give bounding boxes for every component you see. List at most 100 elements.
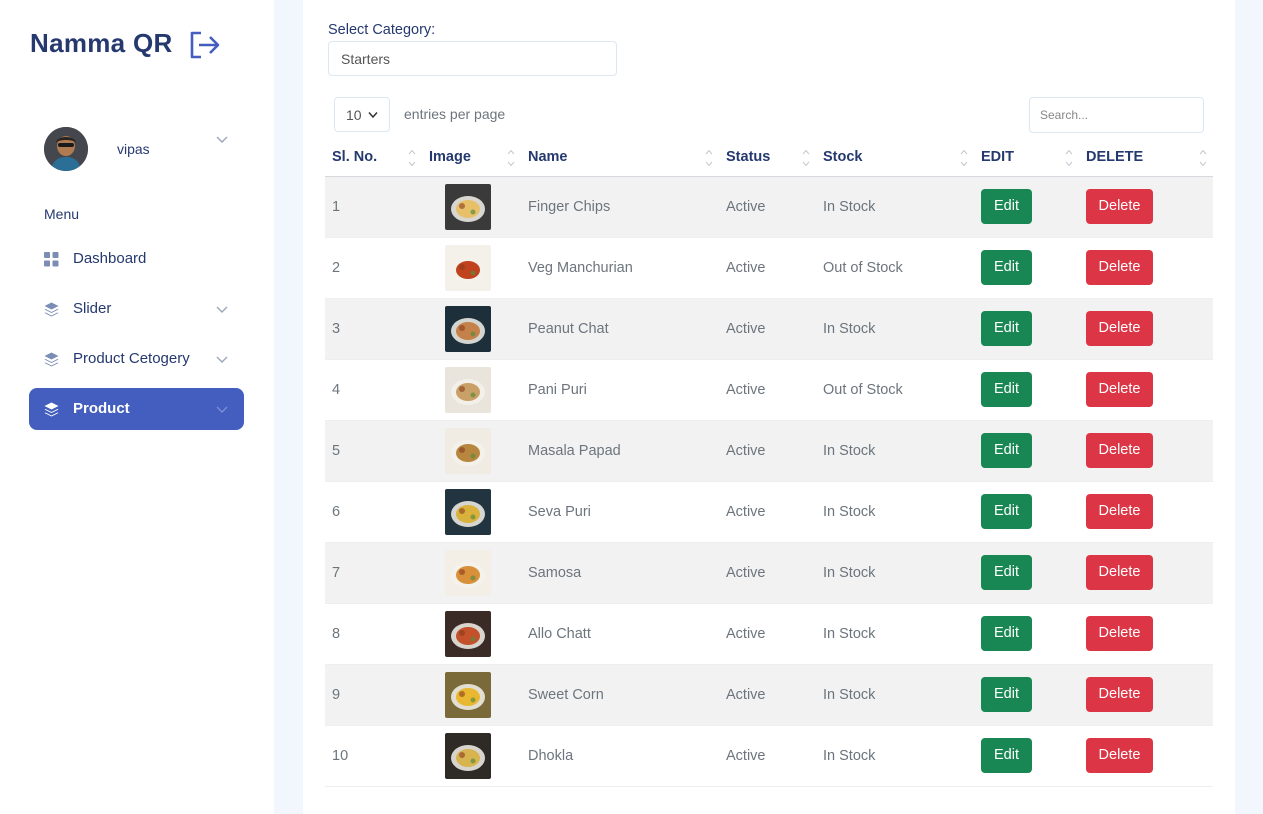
delete-cell: Delete — [1079, 664, 1213, 725]
status-cell: Active — [726, 259, 766, 276]
column-header[interactable]: Sl. No. — [325, 138, 422, 177]
edit-button[interactable]: Edit — [981, 372, 1032, 407]
column-header[interactable]: Image — [422, 138, 521, 177]
name-cell: Finger Chips — [528, 198, 611, 215]
sidebar-item-slider[interactable]: Slider — [29, 288, 244, 330]
sort-icon[interactable] — [408, 149, 416, 167]
delete-cell: Delete — [1079, 542, 1213, 603]
user-profile[interactable]: vipas — [44, 127, 234, 171]
stock-cell: In Stock — [823, 198, 876, 215]
sidebar-item-label: Product — [73, 400, 130, 417]
column-header[interactable]: DELETE — [1079, 138, 1213, 177]
table-row: 2 Veg Manchurian Active Out of Stock Edit Del… — [325, 237, 1213, 298]
stack-icon — [44, 302, 59, 317]
product-thumbnail — [445, 671, 491, 718]
edit-cell: Edit — [974, 603, 1079, 664]
column-header-label: Stock — [823, 148, 863, 165]
sort-icon[interactable] — [802, 149, 810, 167]
sort-icon[interactable] — [1065, 149, 1073, 167]
stack-icon — [44, 352, 59, 367]
stock-cell: Out of Stock — [823, 381, 903, 398]
column-header-label: Sl. No. — [332, 148, 378, 165]
delete-cell: Delete — [1079, 481, 1213, 542]
sidebar-item-label: Product Cetogery — [73, 350, 190, 367]
edit-button[interactable]: Edit — [981, 250, 1032, 285]
delete-button[interactable]: Delete — [1086, 738, 1153, 773]
entries-per-page-select[interactable]: 10 — [334, 97, 390, 132]
chevron-down-icon — [368, 112, 378, 119]
stock-cell: In Stock — [823, 747, 876, 764]
sort-icon[interactable] — [705, 149, 713, 167]
category-select[interactable]: Starters — [328, 41, 617, 76]
product-thumbnail — [445, 305, 491, 352]
sidebar-item-label: Slider — [73, 300, 112, 317]
sidebar-item-label: Dashboard — [73, 250, 147, 267]
name-cell: Veg Manchurian — [528, 259, 633, 276]
table-row: 6 Seva Puri Active In Stock Edit Delete — [325, 481, 1213, 542]
delete-button[interactable]: Delete — [1086, 250, 1153, 285]
edit-button[interactable]: Edit — [981, 555, 1032, 590]
edit-cell: Edit — [974, 725, 1079, 786]
delete-button[interactable]: Delete — [1086, 494, 1153, 529]
delete-button[interactable]: Delete — [1086, 189, 1153, 224]
sl-no-cell: 2 — [332, 259, 341, 276]
edit-button[interactable]: Edit — [981, 433, 1032, 468]
brand[interactable]: Namma QR — [30, 28, 173, 59]
sidebar-item-dashboard[interactable]: Dashboard — [29, 238, 244, 280]
table-row: 3 Peanut Chat Active In Stock Edit Delete — [325, 298, 1213, 359]
delete-cell: Delete — [1079, 420, 1213, 481]
edit-cell: Edit — [974, 420, 1079, 481]
delete-button[interactable]: Delete — [1086, 616, 1153, 651]
product-thumbnail — [445, 427, 491, 474]
stock-cell: In Stock — [823, 686, 876, 703]
image-cell — [422, 664, 521, 725]
image-cell — [422, 603, 521, 664]
delete-button[interactable]: Delete — [1086, 372, 1153, 407]
image-cell — [422, 481, 521, 542]
edit-button[interactable]: Edit — [981, 189, 1032, 224]
edit-cell: Edit — [974, 359, 1079, 420]
column-header[interactable]: Stock — [816, 138, 974, 177]
avatar — [44, 127, 88, 171]
status-cell: Active — [726, 442, 766, 459]
column-header[interactable]: Name — [521, 138, 719, 177]
stock-cell: In Stock — [823, 442, 876, 459]
edit-button[interactable]: Edit — [981, 738, 1032, 773]
edit-button[interactable]: Edit — [981, 677, 1032, 712]
edit-cell: Edit — [974, 481, 1079, 542]
table-row: 10 Dhokla Active In Stock Edit Delete — [325, 725, 1213, 786]
name-cell: Sweet Corn — [528, 686, 604, 703]
status-cell: Active — [726, 198, 766, 215]
delete-button[interactable]: Delete — [1086, 677, 1153, 712]
edit-button[interactable]: Edit — [981, 311, 1032, 346]
stock-cell: Out of Stock — [823, 259, 903, 276]
product-list-card: Select Category: Starters 10 entries per… — [303, 0, 1235, 814]
delete-button[interactable]: Delete — [1086, 433, 1153, 468]
sort-icon[interactable] — [507, 149, 515, 167]
table-row: 1 Finger Chips Active In Stock Edit Delete — [325, 176, 1213, 237]
product-thumbnail — [445, 183, 491, 230]
column-header[interactable]: Status — [719, 138, 816, 177]
delete-button[interactable]: Delete — [1086, 311, 1153, 346]
column-header[interactable]: EDIT — [974, 138, 1079, 177]
delete-button[interactable]: Delete — [1086, 555, 1153, 590]
status-cell: Active — [726, 381, 766, 398]
sort-icon[interactable] — [960, 149, 968, 167]
logout-icon[interactable] — [189, 30, 221, 60]
table-row: 7 Samosa Active In Stock Edit Delete — [325, 542, 1213, 603]
product-table: Sl. No. Image Name Status Stock EDIT DELETE 1 F… — [325, 138, 1213, 787]
column-header-label: DELETE — [1086, 148, 1144, 165]
sidebar: Namma QR vipas Menu Dashboard Slider Pro… — [0, 0, 274, 814]
name-cell: Pani Puri — [528, 381, 587, 398]
delete-cell: Delete — [1079, 237, 1213, 298]
sort-icon[interactable] — [1199, 149, 1207, 167]
sidebar-item-product[interactable]: Product — [29, 388, 244, 430]
edit-cell: Edit — [974, 298, 1079, 359]
search-input[interactable] — [1029, 97, 1204, 133]
status-cell: Active — [726, 625, 766, 642]
edit-button[interactable]: Edit — [981, 616, 1032, 651]
chevron-down-icon[interactable] — [216, 133, 228, 145]
sidebar-item-product-category[interactable]: Product Cetogery — [29, 338, 244, 380]
edit-button[interactable]: Edit — [981, 494, 1032, 529]
name-cell: Dhokla — [528, 747, 574, 764]
